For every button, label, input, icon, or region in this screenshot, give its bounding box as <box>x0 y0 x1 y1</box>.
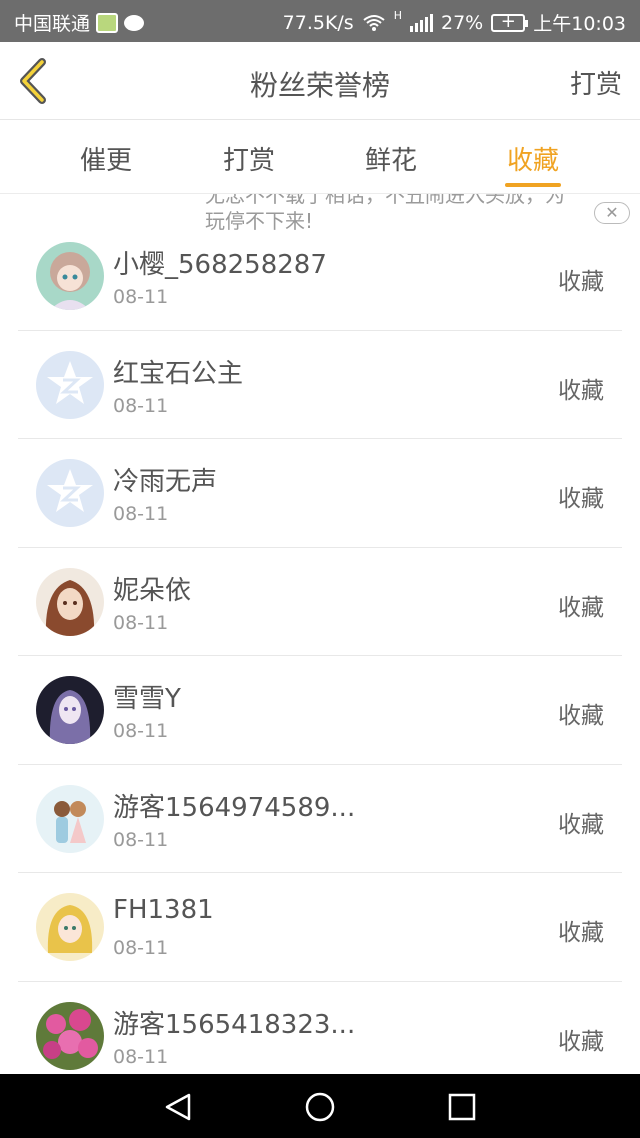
tab-urge[interactable]: 催更 <box>66 140 146 177</box>
portrait-avatar <box>36 567 104 636</box>
tab-flowers[interactable]: 鲜花 <box>351 140 431 177</box>
signal-icon <box>410 13 433 32</box>
user-name: 冷雨无声 <box>113 467 218 497</box>
user-name: 游客1565418323... <box>113 1009 356 1040</box>
app-notification-icon <box>96 12 119 33</box>
item-action: 收藏 <box>558 486 604 512</box>
app-header: 粉丝荣誉榜 打赏 <box>0 42 640 120</box>
user-name: 游客1564974589... <box>113 792 356 823</box>
recents-square-icon[interactable] <box>446 1091 478 1123</box>
tab-reward[interactable]: 打赏 <box>209 140 289 177</box>
user-name: 妮朵依 <box>113 575 192 606</box>
item-date: 08-11 <box>113 503 169 525</box>
item-date: 08-11 <box>113 286 169 308</box>
default-avatar <box>36 350 104 419</box>
item-date: 08-11 <box>113 611 169 634</box>
tab-favorites[interactable]: 收藏 <box>493 140 573 177</box>
wifi-icon <box>363 14 385 31</box>
home-circle-icon[interactable] <box>304 1091 336 1123</box>
user-name: 雪雪Y <box>113 684 181 714</box>
item-action: 收藏 <box>558 377 604 404</box>
user-name: 红宝石公主 <box>113 358 244 389</box>
item-action: 收藏 <box>558 269 604 295</box>
item-date: 08-11 <box>113 828 169 851</box>
item-date: 08-11 <box>113 1045 169 1068</box>
carrier-label: 中国联通 <box>14 13 91 35</box>
list-item[interactable]: 游客1564974589... 08-11 收藏 <box>0 765 640 873</box>
clock: 上午10:03 <box>533 13 626 35</box>
list-item[interactable]: 红宝石公主 08-11 收藏 <box>0 331 640 439</box>
system-nav-bar <box>0 1074 640 1138</box>
status-bar: 中国联通 77.5K/s H 27% + 上午10:03 <box>0 0 640 42</box>
item-action: 收藏 <box>558 594 604 621</box>
item-date: 08-11 <box>113 937 169 959</box>
user-name: 小樱_568258287 <box>113 250 327 280</box>
ad-close-button[interactable]: ✕ <box>594 202 630 224</box>
signal-h-label: H <box>393 9 402 22</box>
list-item[interactable]: 雪雪Y 08-11 收藏 <box>0 656 640 765</box>
battery-icon: + <box>491 10 529 32</box>
fan-list: 小樱_568258287 08-11 收藏 红宝石公主 08-11 收藏 冷雨无… <box>0 222 640 1090</box>
flower-avatar <box>36 1001 104 1070</box>
reward-button[interactable]: 打赏 <box>570 64 622 101</box>
chat-bubble-icon <box>124 14 145 31</box>
page-title: 粉丝荣誉榜 <box>249 69 390 102</box>
anime-girl-avatar <box>36 242 104 310</box>
item-date: 08-11 <box>113 720 169 742</box>
item-action: 收藏 <box>558 703 604 729</box>
yellow-anime-avatar <box>36 893 104 961</box>
battery-percent: 27% <box>441 11 484 34</box>
ad-text-line1: 无忠不不载了相话，不丑闹进入头放，为 <box>205 194 565 207</box>
item-action: 收藏 <box>558 1028 604 1055</box>
app-root: 中国联通 77.5K/s H 27% + 上午10:03 粉丝荣誉榜 打赏 催更… <box>0 0 640 1138</box>
user-name: FH1381 <box>113 895 214 925</box>
dark-anime-avatar <box>36 676 104 744</box>
active-tab-indicator <box>505 183 561 187</box>
couple-avatar <box>36 784 104 853</box>
back-triangle-icon[interactable] <box>163 1091 195 1123</box>
tab-bar: 催更 打赏 鲜花 收藏 <box>0 120 640 194</box>
item-action: 收藏 <box>558 811 604 838</box>
default-avatar <box>36 459 104 527</box>
list-item[interactable]: FH1381 08-11 收藏 <box>0 873 640 982</box>
list-item[interactable]: 妮朵依 08-11 收藏 <box>0 548 640 656</box>
list-item[interactable]: 冷雨无声 08-11 收藏 <box>0 439 640 548</box>
list-item[interactable]: 小樱_568258287 08-11 收藏 <box>0 222 640 331</box>
item-action: 收藏 <box>558 920 604 946</box>
item-date: 08-11 <box>113 394 169 417</box>
network-speed: 77.5K/s <box>282 11 354 34</box>
battery-charge-glyph: + <box>500 10 516 32</box>
